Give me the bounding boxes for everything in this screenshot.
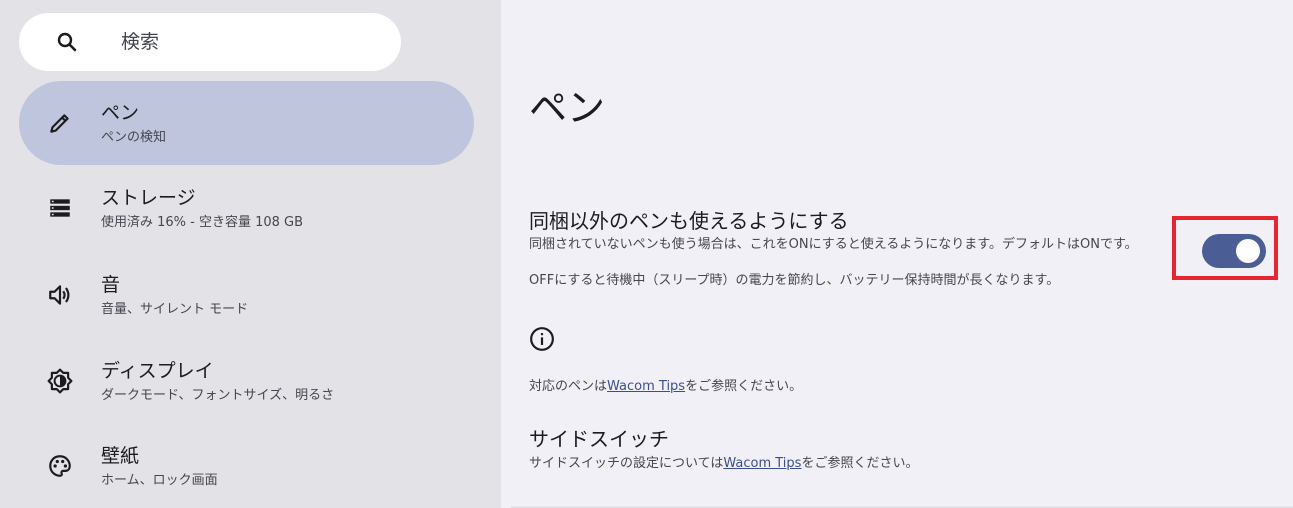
sidebar-item-wallpaper[interactable]: 壁紙 ホーム、ロック画面 <box>19 424 474 508</box>
setting-title[interactable]: 同梱以外のペンも使えるようにする <box>529 208 849 234</box>
info-suffix: をご参照ください。 <box>685 379 803 394</box>
storage-icon <box>47 195 73 221</box>
main-panel: ペン 同梱以外のペンも使えるようにする 同梱されていないペンも使う場合は、これを… <box>501 0 1293 508</box>
wacom-tips-link[interactable]: Wacom Tips <box>607 379 685 394</box>
sidebar-item-title: 壁紙 <box>101 445 140 467</box>
sidebar-item-subtitle: ホーム、ロック画面 <box>101 473 218 488</box>
page-title: ペン <box>529 86 606 130</box>
palette-icon <box>47 453 73 479</box>
side-switch-description: サイドスイッチの設定についてはWacom Tipsをご参照ください。 <box>529 455 918 473</box>
sidebar-item-subtitle: 使用済み 16% - 空き容量 108 GB <box>101 215 304 230</box>
sidebar-item-title: ディスプレイ <box>101 360 214 382</box>
toggle-knob <box>1236 239 1260 263</box>
sidebar-item-display[interactable]: ディスプレイ ダークモード、フォントサイズ、明るさ <box>19 339 474 423</box>
sidebar-item-storage[interactable]: ストレージ 使用済み 16% - 空き容量 108 GB <box>19 166 474 250</box>
sidebar-item-subtitle: ペンの検知 <box>101 130 167 145</box>
sidebar-item-pen[interactable]: ペン ペンの検知 <box>19 81 474 165</box>
sidebar-item-title: ストレージ <box>101 187 196 209</box>
info-icon <box>529 326 555 352</box>
setting-description-note: OFFにすると待機中（スリープ時）の電力を節約し、バッテリー保持時間が長くなりま… <box>529 273 1060 288</box>
volume-icon <box>47 282 73 308</box>
side-switch-title[interactable]: サイドスイッチ <box>529 426 669 452</box>
sidebar: 検索 ペン ペンの検知 ストレージ 使用済み 16% - 空き容量 108 GB… <box>0 0 501 508</box>
wacom-tips-link-2[interactable]: Wacom Tips <box>723 456 801 471</box>
search-icon <box>55 30 79 54</box>
pen-icon <box>47 110 73 136</box>
brightness-icon <box>47 368 73 394</box>
sidebar-item-subtitle: ダークモード、フォントサイズ、明るさ <box>101 388 335 403</box>
search-input[interactable]: 検索 <box>121 13 159 71</box>
info-text: 対応のペンはWacom Tipsをご参照ください。 <box>529 378 802 396</box>
sidebar-item-title: ペン <box>101 102 140 124</box>
side-switch-prefix: サイドスイッチの設定については <box>529 456 724 471</box>
highlight-frame <box>1172 216 1278 280</box>
search-bar[interactable]: 検索 <box>19 13 401 71</box>
side-switch-suffix: をご参照ください。 <box>801 456 919 471</box>
sidebar-item-subtitle: 音量、サイレント モード <box>101 302 249 317</box>
setting-description: 同梱されていないペンも使う場合は、これをONにすると使えるようになります。デフォ… <box>529 237 1138 252</box>
info-prefix: 対応のペンは <box>529 379 608 394</box>
pen-compat-toggle[interactable] <box>1202 234 1266 268</box>
sidebar-item-title: 音 <box>101 274 121 296</box>
sidebar-item-sound[interactable]: 音 音量、サイレント モード <box>19 253 474 337</box>
